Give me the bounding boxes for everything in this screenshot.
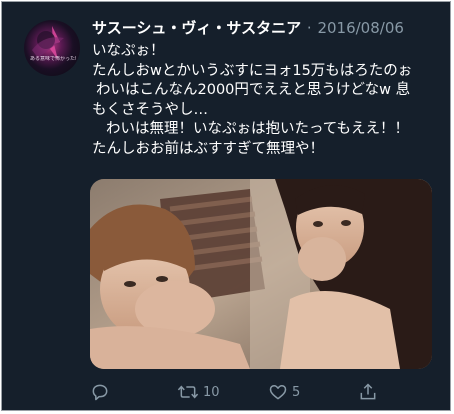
header-separator: ·	[306, 19, 312, 37]
photo-image	[90, 179, 432, 369]
reply-icon	[92, 384, 108, 401]
tweet-card[interactable]: ある意味で怖かった戦争 サスーシュ・ヴィ・サスタニア · 2016/08/06 …	[1, 1, 451, 411]
display-name[interactable]: サスーシュ・ヴィ・サスタニア	[92, 19, 301, 37]
tweet-line: わいはこんなん2000円でええと思うけどなw 息	[96, 82, 411, 98]
tweet-line: いなぷぉ！	[92, 43, 165, 59]
avatar-image	[32, 26, 64, 60]
tweet-text: いなぷぉ！ たんしおwとかいうぶすにヨォ15万もはろたのぉ わいはこんなん200…	[92, 42, 444, 159]
tweet-line: たんしおwとかいうぶすにヨォ15万もはろたのぉ	[92, 62, 413, 79]
tweet-actions: 10 5	[90, 380, 432, 404]
tweet-line: もくさそうやし…	[92, 101, 208, 118]
tweet-header: サスーシュ・ヴィ・サスタニア · 2016/08/06	[92, 18, 404, 38]
avatar-caption: ある意味で怖かった戦争	[30, 56, 76, 62]
tweet-line: たんしおお前はぶすすぎて無理や！	[92, 140, 324, 157]
tweet-line: わいは無理！いなぷぉは抱いたってもええ！！	[106, 121, 410, 137]
heart-icon	[269, 385, 287, 400]
like-count: 5	[292, 384, 301, 400]
timestamp[interactable]: 2016/08/06	[317, 19, 403, 37]
retweet-icon	[177, 385, 199, 399]
share-icon	[360, 383, 376, 400]
retweet-count: 10	[203, 384, 220, 400]
reply-button[interactable]	[90, 380, 114, 404]
like-button[interactable]: 5	[268, 380, 300, 404]
retweet-button[interactable]: 10	[177, 380, 220, 404]
avatar[interactable]: ある意味で怖かった戦争	[24, 20, 80, 76]
share-button[interactable]	[358, 380, 382, 404]
tweet-photo[interactable]	[90, 179, 432, 369]
